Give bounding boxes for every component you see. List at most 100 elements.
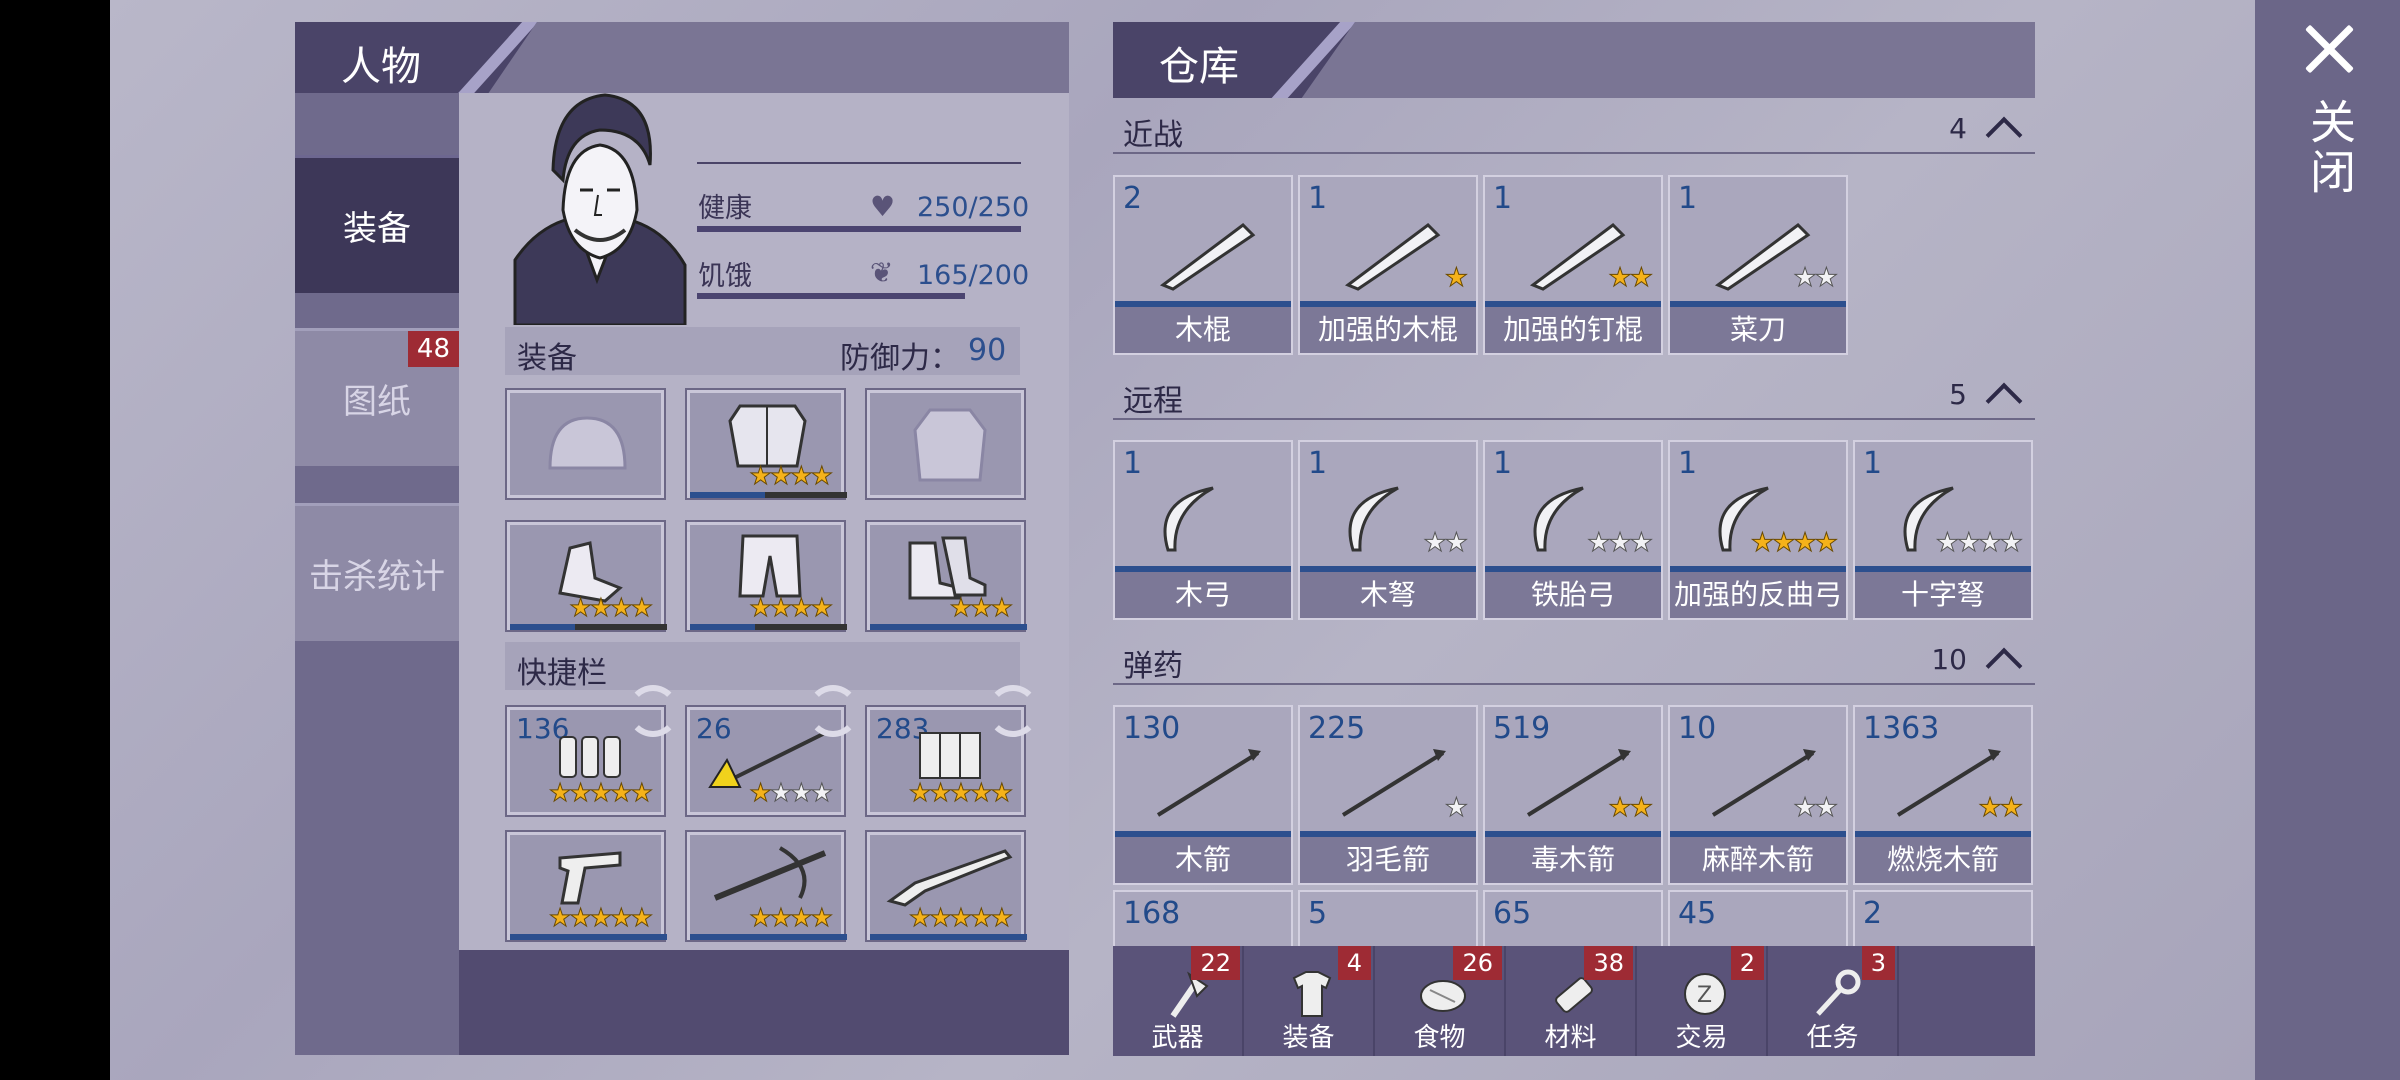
warehouse-item[interactable]: 1 ★★★★ 十字弩 (1853, 440, 2033, 620)
item-label: 加强的钉棍 (1485, 307, 1661, 353)
gold-star-icon: ★ (548, 903, 571, 932)
refresh-icon[interactable] (627, 685, 679, 737)
warehouse-item[interactable]: 168 (1113, 890, 1293, 952)
quickbar-slot-4[interactable]: ★★★★★ (505, 830, 667, 942)
gold-star-icon: ★ (790, 461, 813, 490)
warehouse-item[interactable]: 1 ★★★ 铁胎弓 (1483, 440, 1663, 620)
warehouse-item[interactable]: 45 (1668, 890, 1848, 952)
refresh-icon[interactable] (987, 685, 1039, 737)
category-name: 远程 (1123, 384, 1183, 419)
quickbar-label: 快捷栏 (517, 656, 607, 691)
warehouse-item[interactable]: 1 ★★★★ 加强的反曲弓 (1668, 440, 1848, 620)
white-star-icon: ★ (1935, 528, 1959, 559)
character-footer (459, 950, 1069, 1055)
gold-star-icon: ★ (949, 593, 972, 622)
gold-star-icon: ★ (548, 778, 571, 807)
warehouse-item[interactable]: 1 ★★ 加强的钉棍 (1483, 175, 1663, 355)
chevron-up-icon[interactable] (1985, 116, 2023, 154)
item-stars: ★★★★★ (548, 903, 653, 932)
dock-tab[interactable]: 26 食物 (1375, 946, 1506, 1056)
gold-star-icon: ★ (1608, 263, 1632, 294)
item-stars: ★★★★ (749, 778, 834, 807)
warehouse-item[interactable]: 1363 ★★ 燃烧木箭 (1853, 705, 2033, 885)
gold-star-icon: ★ (790, 593, 813, 622)
equip-slot-body-armor[interactable]: ★★★★ (685, 388, 847, 500)
dock-badge: 4 (1337, 946, 1371, 980)
durability-bar-empty (575, 624, 667, 630)
dock-label: 交易 (1675, 1023, 1728, 1053)
category-ammo[interactable]: 弹药 10 (1113, 635, 2035, 685)
durability-bar (510, 934, 667, 940)
warehouse-item[interactable]: 1 木弓 (1113, 440, 1293, 620)
heart-icon: ♥ (870, 190, 896, 223)
white-star-icon: ★ (1608, 528, 1632, 559)
item-label: 铁胎弓 (1485, 572, 1661, 618)
dock-badge: 22 (1191, 946, 1240, 980)
category-melee[interactable]: 近战 4 (1113, 104, 2035, 154)
warehouse-item[interactable]: 1 ★★ 木弩 (1298, 440, 1478, 620)
item-count: 1 (1308, 446, 1328, 481)
warehouse-item[interactable]: 5 (1298, 890, 1478, 952)
gold-star-icon: ★ (1999, 793, 2023, 824)
jacket-icon (913, 408, 987, 482)
stomach-icon: ❦ (870, 256, 894, 289)
equip-slot-jacket[interactable] (865, 388, 1026, 500)
equip-slot-boots[interactable]: ★★★ (865, 520, 1027, 632)
quickbar-section: 快捷栏 (505, 642, 1020, 691)
warehouse-item[interactable]: 130 木箭 (1113, 705, 1293, 885)
item-icon (1163, 486, 1214, 552)
gold-star-icon: ★ (630, 593, 653, 622)
item-count: 168 (1123, 896, 1181, 931)
item-count: 519 (1493, 711, 1551, 746)
dock-tab[interactable]: 22 武器 (1113, 946, 1244, 1056)
close-icon[interactable] (2302, 22, 2356, 76)
equip-slot-gloves[interactable]: ★★★★ (505, 520, 667, 632)
item-count: 1 (1678, 181, 1698, 216)
sidebar-item-kill-stats[interactable]: 击杀统计 (295, 503, 459, 641)
item-label: 毒木箭 (1485, 837, 1661, 883)
durability-bar-empty (765, 492, 847, 498)
item-stars: ★★★★ (749, 593, 834, 622)
equipment-section: 装备 防御力： 90 (505, 327, 1020, 376)
refresh-icon[interactable] (807, 685, 859, 737)
sidebar-item-equipment[interactable]: 装备 (295, 155, 459, 293)
warehouse-item[interactable]: 65 (1483, 890, 1663, 952)
white-star-icon: ★ (1629, 528, 1653, 559)
dock-tab[interactable]: 4 装备 (1244, 946, 1375, 1056)
gold-star-icon: ★ (749, 593, 772, 622)
warehouse-title-text: 仓库 (1159, 44, 1239, 90)
warehouse-item[interactable]: 225 ★ 羽毛箭 (1298, 705, 1478, 885)
chevron-up-icon[interactable] (1985, 382, 2023, 420)
gold-star-icon: ★ (790, 903, 813, 932)
equip-slot-pants[interactable]: ★★★★ (685, 520, 847, 632)
warehouse-item[interactable]: 10 ★★ 麻醉木箭 (1668, 705, 1848, 885)
warehouse-item[interactable]: 519 ★★ 毒木箭 (1483, 705, 1663, 885)
gold-star-icon: ★ (610, 593, 633, 622)
item-stars: ★★★★ (1935, 528, 2023, 559)
dock-tab[interactable]: 38 材料 (1506, 946, 1637, 1056)
gold-star-icon: ★ (810, 593, 833, 622)
category-count: 4 (1949, 112, 1967, 145)
white-star-icon: ★ (769, 778, 792, 807)
close-label[interactable]: 关闭 (2300, 98, 2360, 198)
dock-tab[interactable]: Z 2 交易 (1637, 946, 1768, 1056)
gold-star-icon: ★ (610, 778, 633, 807)
category-ranged[interactable]: 远程 5 (1113, 370, 2035, 420)
sidebar-item-blueprints[interactable]: 图纸 48 (295, 328, 459, 466)
dock-tab[interactable]: 3 任务 (1768, 946, 1899, 1056)
warehouse-item[interactable]: 1 ★ 加强的木棍 (1298, 175, 1478, 355)
item-count: 130 (1123, 711, 1181, 746)
coin-icon: Z (1684, 973, 1726, 1015)
item-count: 5 (1308, 896, 1328, 931)
quickbar-slot-5[interactable]: ★★★★ (685, 830, 847, 942)
warehouse-item[interactable]: 1 ★★ 菜刀 (1668, 175, 1848, 355)
gold-star-icon: ★ (949, 903, 972, 932)
quickbar-slot-6[interactable]: ★★★★★ (865, 830, 1027, 942)
equip-slot-helmet[interactable] (505, 388, 666, 500)
warehouse-item[interactable]: 2 木棍 (1113, 175, 1293, 355)
durability-bar (690, 624, 755, 630)
durability-bar (690, 492, 765, 498)
warehouse-item[interactable]: 2 (1853, 890, 2033, 952)
chevron-up-icon[interactable] (1985, 647, 2023, 685)
crossbow-icon (713, 846, 827, 901)
